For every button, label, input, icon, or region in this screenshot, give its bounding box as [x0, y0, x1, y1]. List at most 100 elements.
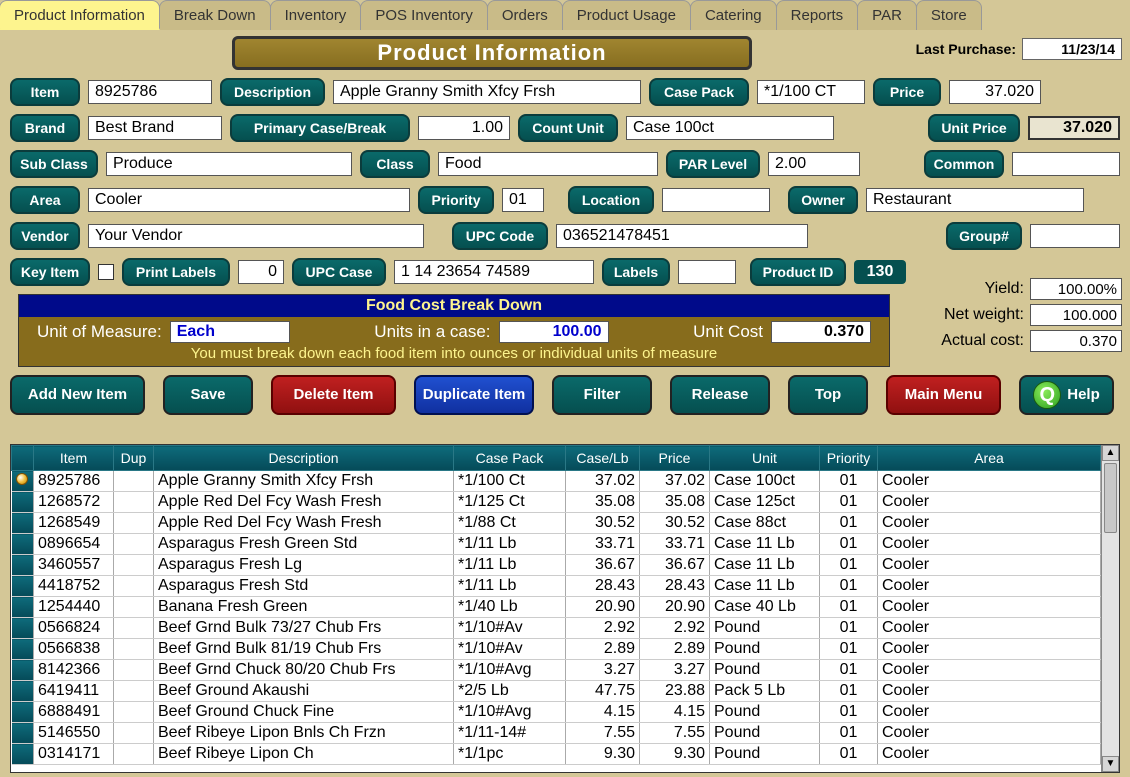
- description-input[interactable]: [333, 80, 641, 104]
- release-button[interactable]: Release: [670, 375, 770, 415]
- tab-break-down[interactable]: Break Down: [159, 0, 271, 30]
- price-input[interactable]: [949, 80, 1041, 104]
- cell[interactable]: [12, 660, 34, 681]
- cell[interactable]: Apple Red Del Fcy Wash Fresh: [154, 492, 454, 513]
- upc-case-input[interactable]: [394, 260, 594, 284]
- tab-par[interactable]: PAR: [857, 0, 917, 30]
- cell[interactable]: 8142366: [34, 660, 114, 681]
- cell[interactable]: 0566824: [34, 618, 114, 639]
- cell[interactable]: Cooler: [878, 639, 1101, 660]
- cell[interactable]: Pound: [710, 639, 820, 660]
- cell[interactable]: 33.71: [566, 534, 640, 555]
- cell[interactable]: Cooler: [878, 723, 1101, 744]
- table-row[interactable]: 0896654Asparagus Fresh Green Std*1/11 Lb…: [12, 534, 1101, 555]
- cell[interactable]: 8925786: [34, 471, 114, 492]
- cell[interactable]: 36.67: [566, 555, 640, 576]
- cell[interactable]: Case 125ct: [710, 492, 820, 513]
- upc-code-input[interactable]: [556, 224, 808, 248]
- cell[interactable]: 4418752: [34, 576, 114, 597]
- cell[interactable]: [114, 597, 154, 618]
- cell[interactable]: Beef Grnd Bulk 73/27 Chub Frs: [154, 618, 454, 639]
- col-header-marker[interactable]: [12, 446, 34, 471]
- cell[interactable]: Apple Granny Smith Xfcy Frsh: [154, 471, 454, 492]
- priority-input[interactable]: [502, 188, 544, 212]
- cell[interactable]: 2.92: [566, 618, 640, 639]
- cell[interactable]: 1268549: [34, 513, 114, 534]
- cell[interactable]: [114, 639, 154, 660]
- labels-button[interactable]: Labels: [602, 258, 670, 286]
- top-button[interactable]: Top: [788, 375, 868, 415]
- sub-class-input[interactable]: [106, 152, 352, 176]
- col-header-case-lb[interactable]: Case/Lb: [566, 446, 640, 471]
- cell[interactable]: 30.52: [640, 513, 710, 534]
- cell[interactable]: [114, 513, 154, 534]
- cell[interactable]: 01: [820, 513, 878, 534]
- cell[interactable]: Asparagus Fresh Green Std: [154, 534, 454, 555]
- cell[interactable]: 0896654: [34, 534, 114, 555]
- cell[interactable]: 0314171: [34, 744, 114, 765]
- cell[interactable]: [114, 723, 154, 744]
- col-header-unit[interactable]: Unit: [710, 446, 820, 471]
- group-no-input[interactable]: [1030, 224, 1120, 248]
- price-button[interactable]: Price: [873, 78, 941, 106]
- cell[interactable]: [114, 660, 154, 681]
- cell[interactable]: Cooler: [878, 681, 1101, 702]
- cell[interactable]: Beef Ribeye Lipon Bnls Ch Frzn: [154, 723, 454, 744]
- sub-class-button[interactable]: Sub Class: [10, 150, 98, 178]
- table-row[interactable]: 6419411Beef Ground Akaushi*2/5 Lb47.7523…: [12, 681, 1101, 702]
- product-id-button[interactable]: Product ID: [750, 258, 846, 286]
- delete-item-button[interactable]: Delete Item: [271, 375, 396, 415]
- cell[interactable]: [12, 723, 34, 744]
- cell[interactable]: 28.43: [640, 576, 710, 597]
- tab-catering[interactable]: Catering: [690, 0, 777, 30]
- cell[interactable]: Case 88ct: [710, 513, 820, 534]
- cell[interactable]: 5146550: [34, 723, 114, 744]
- table-row[interactable]: 4418752Asparagus Fresh Std*1/11 Lb28.432…: [12, 576, 1101, 597]
- cell[interactable]: Cooler: [878, 471, 1101, 492]
- tab-orders[interactable]: Orders: [487, 0, 563, 30]
- tab-pos-inventory[interactable]: POS Inventory: [360, 0, 488, 30]
- scroll-thumb[interactable]: [1104, 463, 1117, 533]
- case-pack-button[interactable]: Case Pack: [649, 78, 749, 106]
- cell[interactable]: Case 11 Lb: [710, 534, 820, 555]
- par-level-button[interactable]: PAR Level: [666, 150, 760, 178]
- col-header-priority[interactable]: Priority: [820, 446, 878, 471]
- cell[interactable]: [114, 618, 154, 639]
- cell[interactable]: [114, 744, 154, 765]
- table-row[interactable]: 0314171Beef Ribeye Lipon Ch*1/1pc9.309.3…: [12, 744, 1101, 765]
- add-new-item-button[interactable]: Add New Item: [10, 375, 145, 415]
- cell[interactable]: 0566838: [34, 639, 114, 660]
- cell[interactable]: *1/11 Lb: [454, 576, 566, 597]
- case-pack-input[interactable]: [757, 80, 865, 104]
- cell[interactable]: 9.30: [640, 744, 710, 765]
- count-unit-input[interactable]: [626, 116, 834, 140]
- cell[interactable]: Cooler: [878, 534, 1101, 555]
- cell[interactable]: 01: [820, 744, 878, 765]
- cell[interactable]: *1/125 Ct: [454, 492, 566, 513]
- cell[interactable]: 2.92: [640, 618, 710, 639]
- tab-product-information[interactable]: Product Information: [0, 0, 160, 30]
- unit-price-button[interactable]: Unit Price: [928, 114, 1020, 142]
- col-header-description[interactable]: Description: [154, 446, 454, 471]
- cell[interactable]: 01: [820, 681, 878, 702]
- cell[interactable]: [114, 681, 154, 702]
- table-row[interactable]: 3460557Asparagus Fresh Lg*1/11 Lb36.6736…: [12, 555, 1101, 576]
- cell[interactable]: Pound: [710, 723, 820, 744]
- scroll-up-icon[interactable]: ▲: [1102, 445, 1119, 461]
- ucost-input[interactable]: [771, 321, 871, 343]
- cell[interactable]: [114, 555, 154, 576]
- cell[interactable]: *1/1pc: [454, 744, 566, 765]
- cell[interactable]: *1/10#Avg: [454, 702, 566, 723]
- cell[interactable]: Pound: [710, 618, 820, 639]
- cell[interactable]: Beef Ground Chuck Fine: [154, 702, 454, 723]
- cell[interactable]: 36.67: [640, 555, 710, 576]
- uic-input[interactable]: [499, 321, 609, 343]
- cell[interactable]: 6888491: [34, 702, 114, 723]
- cell[interactable]: Beef Ribeye Lipon Ch: [154, 744, 454, 765]
- scroll-down-icon[interactable]: ▼: [1102, 756, 1119, 772]
- print-labels-input[interactable]: [238, 260, 284, 284]
- class-button[interactable]: Class: [360, 150, 430, 178]
- print-labels-button[interactable]: Print Labels: [122, 258, 230, 286]
- cell[interactable]: *1/10#Avg: [454, 660, 566, 681]
- cell[interactable]: 01: [820, 492, 878, 513]
